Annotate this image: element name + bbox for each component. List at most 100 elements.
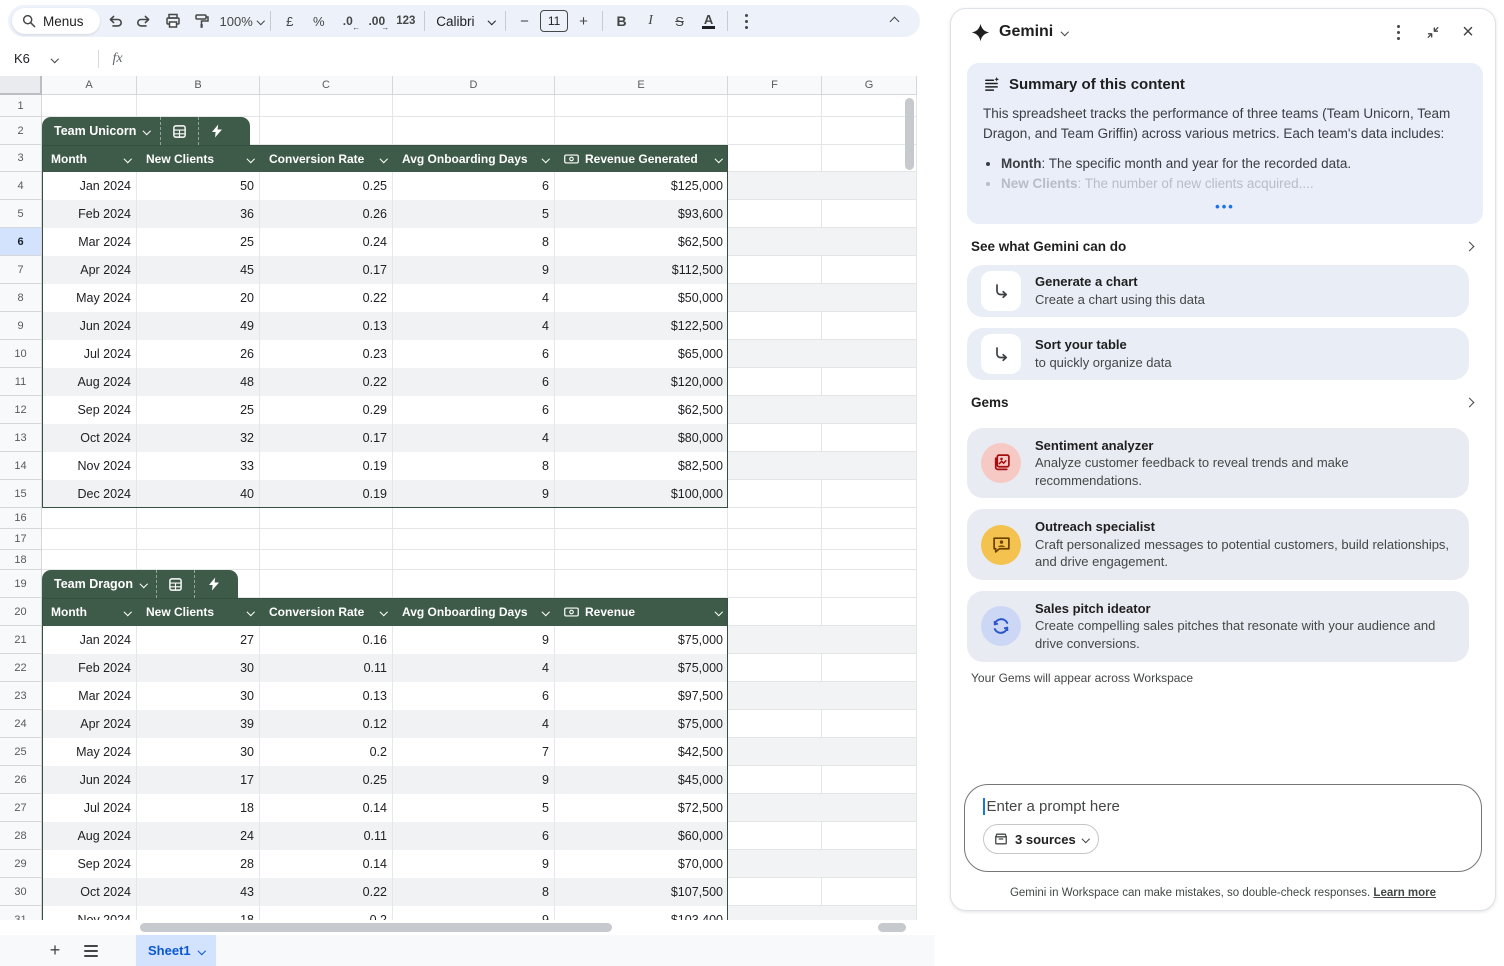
spreadsheet-grid[interactable]: ABCDEFG123456789101112131415161718192021… [0, 76, 917, 920]
cell[interactable]: $62,500 [555, 228, 728, 256]
cell[interactable]: 0.2 [260, 738, 393, 766]
cell[interactable]: 0.24 [260, 228, 393, 256]
cell[interactable]: 0.11 [260, 822, 393, 850]
table-row[interactable]: Sep 2024280.149$70,000 [42, 850, 728, 878]
cell[interactable]: $45,000 [555, 766, 728, 794]
cell[interactable]: Jun 2024 [42, 312, 137, 340]
cell[interactable]: $93,600 [555, 200, 728, 228]
cell[interactable]: $97,500 [555, 682, 728, 710]
cell[interactable]: 8 [393, 452, 555, 480]
decrease-decimal-button[interactable]: .0← [334, 8, 361, 34]
cell[interactable]: 4 [393, 710, 555, 738]
cell[interactable]: $70,000 [555, 850, 728, 878]
cell[interactable]: 0.25 [260, 172, 393, 200]
column-header-G[interactable]: G [822, 76, 917, 95]
table-ai-button[interactable] [198, 117, 236, 145]
table-row[interactable]: Oct 2024320.174$80,000 [42, 424, 728, 452]
cell[interactable]: Nov 2024 [42, 452, 137, 480]
column-header-A[interactable]: A [42, 76, 137, 95]
cell[interactable]: $80,000 [555, 424, 728, 452]
column-dropdown-icon[interactable] [541, 608, 549, 616]
more-formats-button[interactable]: 123 [392, 8, 419, 34]
row-header-4[interactable]: 4 [0, 172, 42, 200]
table-column-header[interactable]: New Clients [137, 145, 260, 172]
table-row[interactable]: Mar 2024300.136$97,500 [42, 682, 728, 710]
redo-button[interactable] [131, 8, 158, 34]
cell[interactable]: $72,500 [555, 794, 728, 822]
cell[interactable]: $82,500 [555, 452, 728, 480]
table-tab-team-unicorn[interactable]: Team Unicorn [42, 117, 250, 145]
text-color-button[interactable]: A [695, 8, 722, 34]
row-header-8[interactable]: 8 [0, 284, 42, 312]
cell[interactable]: 43 [137, 878, 260, 906]
cell[interactable]: 9 [393, 626, 555, 654]
column-header-B[interactable]: B [137, 76, 260, 95]
cell[interactable]: 0.11 [260, 654, 393, 682]
table-row[interactable]: Feb 2024360.265$93,600 [42, 200, 728, 228]
cell[interactable]: 30 [137, 738, 260, 766]
row-header-28[interactable]: 28 [0, 822, 42, 850]
cell[interactable]: 4 [393, 654, 555, 682]
table-column-header[interactable]: Conversion Rate [260, 145, 393, 172]
cell[interactable]: $60,000 [555, 822, 728, 850]
column-header-C[interactable]: C [260, 76, 393, 95]
column-dropdown-icon[interactable] [246, 155, 254, 163]
table-tab-team-dragon[interactable]: Team Dragon [42, 570, 238, 598]
table-column-header[interactable]: New Clients [137, 598, 260, 626]
cell[interactable]: 0.14 [260, 850, 393, 878]
table-column-header[interactable]: Conversion Rate [260, 598, 393, 626]
cell[interactable]: 40 [137, 480, 260, 508]
cell[interactable]: Jun 2024 [42, 766, 137, 794]
strikethrough-button[interactable]: S [666, 8, 693, 34]
row-header-9[interactable]: 9 [0, 312, 42, 340]
horizontal-scrollbar-right[interactable] [878, 923, 906, 932]
cell[interactable]: 0.16 [260, 626, 393, 654]
table-row[interactable]: Jun 2024490.134$122,500 [42, 312, 728, 340]
cell[interactable]: $120,000 [555, 368, 728, 396]
cell[interactable]: $75,000 [555, 710, 728, 738]
paint-format-button[interactable] [189, 8, 216, 34]
row-header-18[interactable]: 18 [0, 550, 42, 570]
table-options-button[interactable] [160, 117, 198, 145]
row-header-11[interactable]: 11 [0, 368, 42, 396]
sources-chip[interactable]: 3 sources [983, 824, 1099, 854]
row-header-21[interactable]: 21 [0, 626, 42, 654]
cell[interactable]: 8 [393, 878, 555, 906]
cell[interactable]: $122,500 [555, 312, 728, 340]
print-button[interactable] [160, 8, 187, 34]
decrease-font-size-button[interactable]: − [511, 8, 538, 34]
column-header-F[interactable]: F [728, 76, 822, 95]
chevron-down-icon[interactable] [51, 55, 59, 63]
grid-corner[interactable] [0, 76, 42, 95]
table-column-header[interactable]: Revenue [555, 598, 728, 626]
cell[interactable]: Mar 2024 [42, 228, 137, 256]
expand-summary-button[interactable]: ••• [983, 199, 1467, 214]
cell[interactable]: $75,000 [555, 654, 728, 682]
learn-more-link[interactable]: Learn more [1373, 887, 1436, 899]
cell[interactable]: 0.12 [260, 710, 393, 738]
cell[interactable]: 9 [393, 850, 555, 878]
cell[interactable]: Feb 2024 [42, 200, 137, 228]
table-row[interactable]: May 2024200.224$50,000 [42, 284, 728, 312]
column-dropdown-icon[interactable] [714, 608, 722, 616]
table-column-header[interactable]: Revenue Generated [555, 145, 728, 172]
cell[interactable]: 0.22 [260, 284, 393, 312]
cell[interactable]: Jan 2024 [42, 626, 137, 654]
more-toolbar-button[interactable] [733, 8, 760, 34]
cell[interactable]: 0.22 [260, 878, 393, 906]
row-header-7[interactable]: 7 [0, 256, 42, 284]
cell[interactable]: 30 [137, 654, 260, 682]
table-row[interactable]: Feb 2024300.114$75,000 [42, 654, 728, 682]
vertical-scrollbar[interactable] [905, 98, 914, 170]
cell[interactable]: $62,500 [555, 396, 728, 424]
cell[interactable]: 0.22 [260, 368, 393, 396]
cell[interactable]: $107,500 [555, 878, 728, 906]
row-header-15[interactable]: 15 [0, 480, 42, 508]
cell[interactable]: 0.13 [260, 312, 393, 340]
cell[interactable]: 49 [137, 312, 260, 340]
column-dropdown-icon[interactable] [541, 155, 549, 163]
table-row[interactable]: Sep 2024250.296$62,500 [42, 396, 728, 424]
cell[interactable]: 36 [137, 200, 260, 228]
row-header-16[interactable]: 16 [0, 508, 42, 529]
cell[interactable]: $75,000 [555, 626, 728, 654]
